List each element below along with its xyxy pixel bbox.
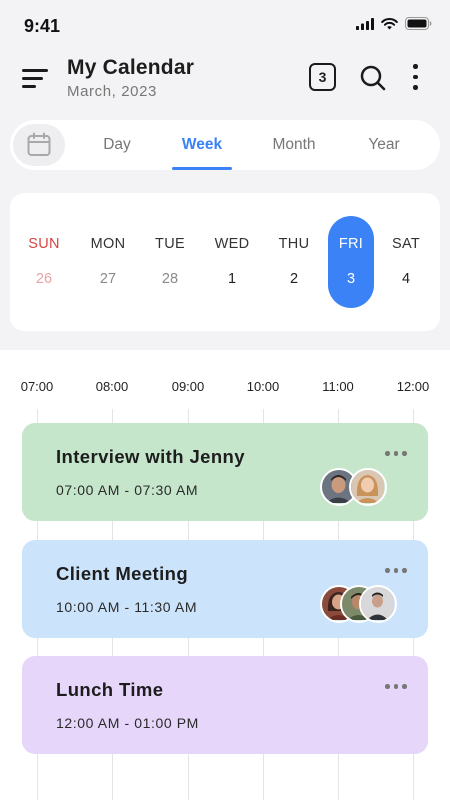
menu-line-icon xyxy=(22,69,48,72)
cellular-signal-icon xyxy=(356,17,374,30)
day-monday[interactable]: MON 27 xyxy=(83,193,133,331)
day-thursday[interactable]: THU 2 xyxy=(269,193,319,331)
event-time: 10:00 AM - 11:30 AM xyxy=(56,599,198,615)
day-name: SUN xyxy=(28,236,60,252)
event-title: Lunch Time xyxy=(56,679,164,700)
dot-icon xyxy=(385,568,390,573)
battery-icon xyxy=(405,17,432,30)
day-date: 26 xyxy=(35,271,53,287)
tab-year[interactable]: Year xyxy=(368,136,399,154)
day-date: 3 xyxy=(346,271,356,287)
day-date: 2 xyxy=(289,271,299,287)
person-avatar-icon xyxy=(361,587,394,620)
calendar-picker-button[interactable] xyxy=(13,124,65,166)
day-name: THU xyxy=(278,236,310,252)
dot-icon xyxy=(393,451,398,456)
more-options-button[interactable] xyxy=(408,64,422,90)
day-friday-selected[interactable]: FRI 3 xyxy=(326,193,376,331)
day-name: FRI xyxy=(338,236,364,252)
day-tuesday[interactable]: TUE 28 xyxy=(145,193,195,331)
event-more-button[interactable] xyxy=(382,682,410,690)
event-time: 12:00 AM - 01:00 PM xyxy=(56,715,199,731)
wifi-icon xyxy=(381,17,398,29)
person-avatar-icon xyxy=(351,470,384,503)
day-date: 4 xyxy=(401,271,411,287)
dot-icon xyxy=(413,74,418,79)
page-subtitle: March, 2023 xyxy=(67,83,157,100)
time-label: 08:00 xyxy=(95,379,129,394)
week-strip: SUN 26 MON 27 TUE 28 WED 1 THU 2 FRI 3 S… xyxy=(10,193,440,331)
tab-day[interactable]: Day xyxy=(103,136,131,154)
time-label: 09:00 xyxy=(171,379,205,394)
dot-icon xyxy=(402,451,407,456)
day-sunday[interactable]: SUN 26 xyxy=(19,193,69,331)
menu-line-icon xyxy=(22,85,36,88)
status-time: 9:41 xyxy=(24,16,61,36)
day-date: 27 xyxy=(99,271,117,287)
dot-icon xyxy=(413,64,418,69)
day-wednesday[interactable]: WED 1 xyxy=(207,193,257,331)
day-saturday[interactable]: SAT 4 xyxy=(381,193,431,331)
page-title: My Calendar xyxy=(67,56,195,79)
app-header: My Calendar March, 2023 3 xyxy=(0,50,450,112)
event-more-button[interactable] xyxy=(382,449,410,457)
dot-icon xyxy=(402,684,407,689)
day-name: TUE xyxy=(155,236,185,252)
menu-button[interactable] xyxy=(22,66,50,90)
status-icons xyxy=(356,17,432,30)
today-button[interactable]: 3 xyxy=(309,63,336,91)
tab-month[interactable]: Month xyxy=(272,136,315,154)
event-card[interactable]: Interview with Jenny 07:00 AM - 07:30 AM xyxy=(22,423,428,521)
status-bar: 9:41 xyxy=(0,0,450,50)
day-date: 28 xyxy=(161,271,179,287)
menu-line-icon xyxy=(22,77,43,80)
day-name: WED xyxy=(214,236,250,252)
time-label: 10:00 xyxy=(246,379,280,394)
avatar xyxy=(349,468,387,506)
dot-icon xyxy=(385,451,390,456)
event-more-button[interactable] xyxy=(382,566,410,574)
time-label: 12:00 xyxy=(396,379,430,394)
time-label: 11:00 xyxy=(322,379,354,394)
dot-icon xyxy=(393,684,398,689)
schedule-timeline[interactable]: 07:00 08:00 09:00 10:00 11:00 12:00 Inte… xyxy=(0,350,450,800)
event-time: 07:00 AM - 07:30 AM xyxy=(56,482,199,498)
event-card[interactable]: Client Meeting 10:00 AM - 11:30 AM xyxy=(22,540,428,638)
day-date: 1 xyxy=(227,271,237,287)
event-title: Client Meeting xyxy=(56,563,189,584)
search-button[interactable] xyxy=(358,63,388,93)
tab-week[interactable]: Week xyxy=(182,136,222,154)
active-tab-indicator xyxy=(172,167,232,170)
event-card[interactable]: Lunch Time 12:00 AM - 01:00 PM xyxy=(22,656,428,754)
dot-icon xyxy=(413,85,418,90)
dot-icon xyxy=(385,684,390,689)
avatar xyxy=(359,585,397,623)
calendar-icon xyxy=(27,132,51,156)
view-tab-bar: Day Week Month Year xyxy=(10,120,440,170)
event-title: Interview with Jenny xyxy=(56,446,245,467)
day-name: SAT xyxy=(391,236,421,252)
dot-icon xyxy=(393,568,398,573)
search-icon xyxy=(360,65,386,91)
day-name: MON xyxy=(90,236,126,252)
dot-icon xyxy=(402,568,407,573)
today-badge: 3 xyxy=(318,69,327,85)
time-label: 07:00 xyxy=(20,379,54,394)
selected-day-highlight xyxy=(328,216,374,308)
